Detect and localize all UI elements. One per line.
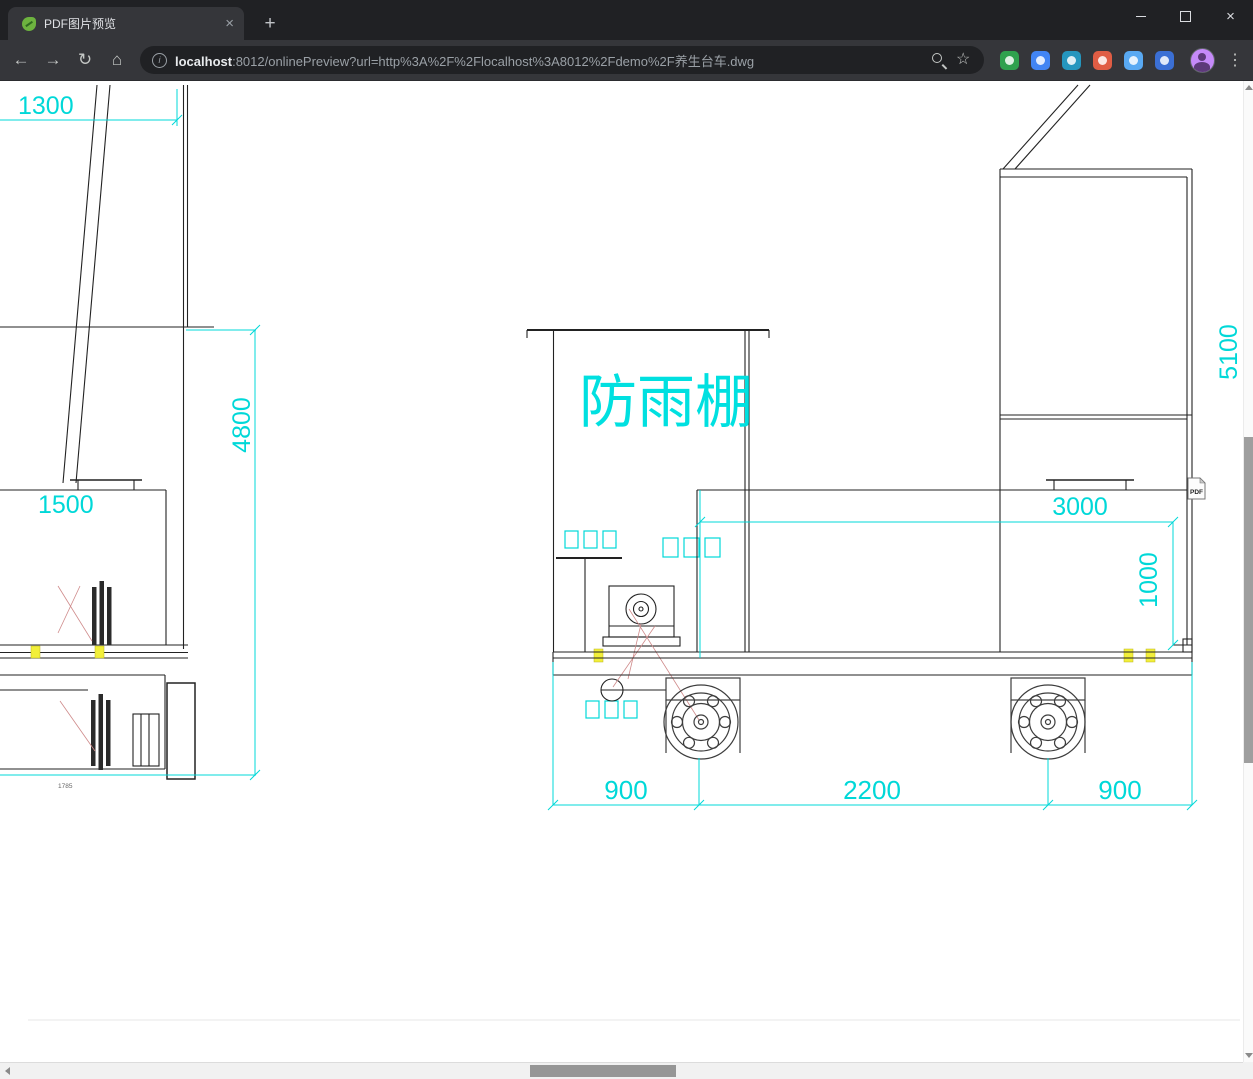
browser-tab[interactable]: PDF图片预览 × xyxy=(8,7,244,40)
dim-5100-label: 5100 xyxy=(1215,324,1243,380)
url-text: localhost:8012/onlinePreview?url=http%3A… xyxy=(175,51,922,70)
window-controls: × xyxy=(1118,0,1253,32)
window-titlebar: PDF图片预览 × + × xyxy=(0,0,1253,40)
right-frame xyxy=(999,84,1193,652)
horizontal-scrollbar-thumb[interactable] xyxy=(530,1065,676,1077)
dim-1300: 1300 xyxy=(0,89,183,126)
dim-1785-label: 1785 xyxy=(58,783,73,790)
home-button[interactable]: ⌂ xyxy=(102,45,132,75)
dim-4800-label: 4800 xyxy=(228,397,256,453)
pdf-badge-label: PDF xyxy=(1190,489,1203,496)
left-red-leader-lines xyxy=(57,585,96,752)
dim-1000-label: 1000 xyxy=(1135,552,1163,608)
tab-close-button[interactable]: × xyxy=(223,16,236,31)
wheel-left xyxy=(663,677,741,760)
url-path: :8012/onlinePreview?url=http%3A%2F%2Floc… xyxy=(232,53,755,69)
dim-1500-label: 1500 xyxy=(38,491,94,519)
dim-900-right-label: 900 xyxy=(1098,775,1141,805)
dim-1300-label: 1300 xyxy=(18,92,74,120)
extension-icon-4[interactable] xyxy=(1093,50,1112,70)
dim-3000-1000: 3000 1000 xyxy=(694,490,1179,658)
close-icon: × xyxy=(1226,7,1235,25)
new-tab-button[interactable]: + xyxy=(258,12,282,36)
reload-button[interactable]: ↻ xyxy=(70,45,100,75)
minimize-icon xyxy=(1135,15,1146,17)
dim-900-left-label: 900 xyxy=(604,775,647,805)
vertical-scrollbar-thumb[interactable] xyxy=(1244,437,1253,763)
forward-button[interactable]: → xyxy=(38,45,68,75)
extension-icon-6[interactable] xyxy=(1155,50,1174,70)
window-maximize-button[interactable] xyxy=(1163,0,1208,32)
scroll-left-arrow[interactable] xyxy=(5,1067,10,1075)
spring-leaf-favicon xyxy=(22,16,36,31)
extension-icon-5[interactable] xyxy=(1124,50,1143,70)
page-info-icon[interactable]: i xyxy=(152,52,167,68)
extensions-area xyxy=(1000,50,1174,70)
browser-toolbar: ← → ↻ ⌂ i localhost:8012/onlinePreview?u… xyxy=(0,40,1253,81)
scroll-up-arrow[interactable] xyxy=(1245,85,1253,90)
rain-shelter-label: 防雨棚 xyxy=(579,370,753,435)
extension-icon-1[interactable] xyxy=(1000,50,1019,70)
tab-title: PDF图片预览 xyxy=(44,17,117,31)
dim-3000-label: 3000 xyxy=(1052,493,1108,521)
dim-4800: 4800 xyxy=(0,324,261,781)
preview-page: 1300 4800 1500 1785 防雨棚 3000 1000 5100 9… xyxy=(0,81,1253,1062)
extension-icon-3[interactable] xyxy=(1062,50,1081,70)
dim-2200-label: 2200 xyxy=(843,775,901,805)
window-minimize-button[interactable] xyxy=(1118,0,1163,32)
scroll-down-arrow[interactable] xyxy=(1245,1053,1253,1058)
maximize-icon xyxy=(1180,10,1191,22)
deck-frame xyxy=(552,651,1193,676)
back-button[interactable]: ← xyxy=(6,45,36,75)
scrollbar-corner xyxy=(1243,1062,1253,1079)
dim-bottom-chain: 900 2200 900 xyxy=(547,662,1198,811)
wheel-right xyxy=(1010,677,1086,760)
bookmark-star-button[interactable]: ☆ xyxy=(956,52,972,68)
horizontal-scrollbar[interactable] xyxy=(0,1062,1253,1079)
left-mast-view xyxy=(0,84,214,780)
cad-drawing: 1300 4800 1500 1785 防雨棚 3000 1000 5100 9… xyxy=(0,84,1243,1021)
zoom-indicator-icon[interactable] xyxy=(930,51,948,69)
address-bar[interactable]: i localhost:8012/onlinePreview?url=http%… xyxy=(140,46,984,74)
window-close-button[interactable]: × xyxy=(1208,0,1253,32)
platform-structure xyxy=(696,479,1193,653)
browser-menu-button[interactable]: ⋮ xyxy=(1223,50,1247,70)
motor-unit xyxy=(600,585,681,702)
pdf-file-icon[interactable]: PDF xyxy=(1187,477,1206,500)
deck-markers xyxy=(30,645,1156,663)
vertical-scrollbar[interactable] xyxy=(1243,81,1253,1062)
url-host: localhost xyxy=(175,53,233,69)
profile-avatar-button[interactable] xyxy=(1190,47,1215,73)
extension-icon-2[interactable] xyxy=(1031,50,1050,70)
